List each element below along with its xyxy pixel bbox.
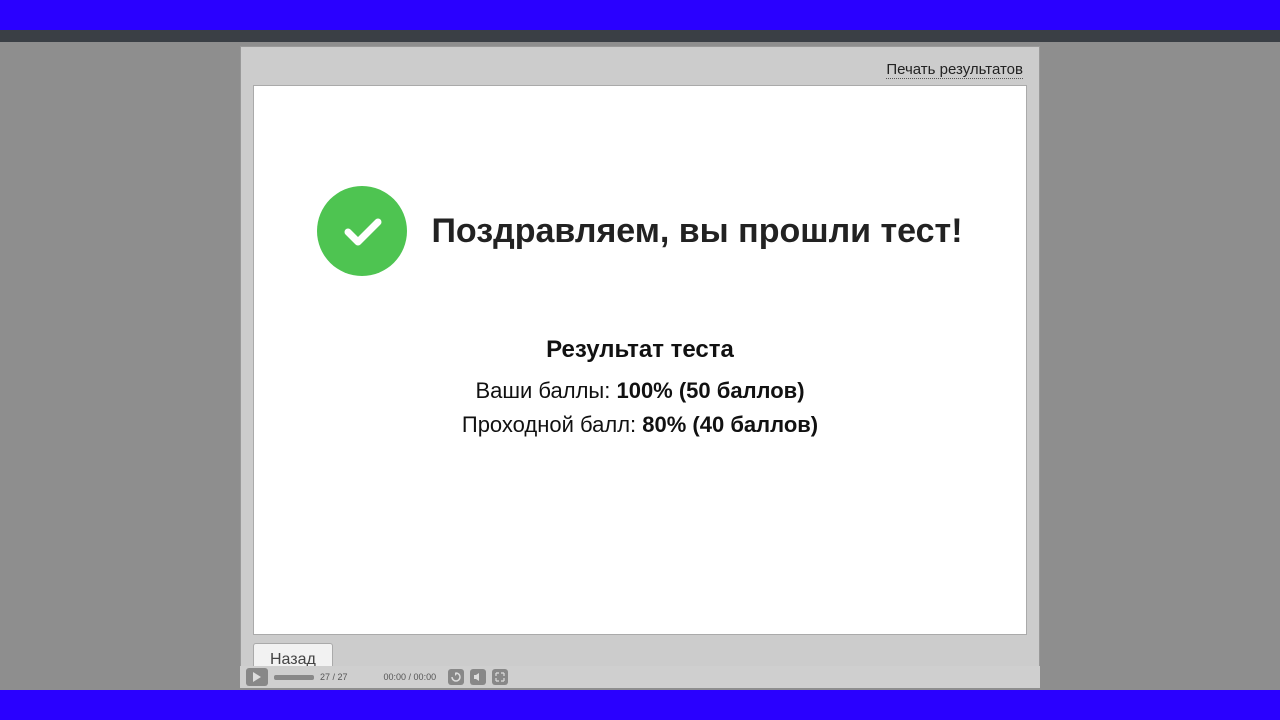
player-control-bar: 27 / 27 00:00 / 00:00: [240, 666, 1040, 688]
play-button[interactable]: [246, 668, 268, 686]
passing-score-line: Проходной балл: 80% (40 баллов): [274, 412, 1006, 438]
app-background: Печать результатов Поздравляем, вы прошл…: [0, 42, 1280, 690]
result-section-title: Результат теста: [274, 336, 1006, 364]
volume-button[interactable]: [470, 669, 486, 685]
print-row: Печать результатов: [253, 55, 1027, 85]
player-container: Печать результатов Поздравляем, вы прошл…: [240, 46, 1040, 686]
success-check-icon: [317, 186, 407, 276]
replay-button[interactable]: [448, 669, 464, 685]
passing-score-label: Проходной балл:: [462, 412, 636, 437]
time-display: 00:00 / 00:00: [384, 672, 437, 682]
progress-bar[interactable]: [274, 675, 314, 680]
passing-score-value: 80% (40 баллов): [642, 412, 818, 437]
congrats-title: Поздравляем, вы прошли тест!: [431, 210, 962, 253]
browser-top-bar: [0, 30, 1280, 42]
your-score-label: Ваши баллы:: [475, 378, 610, 403]
congrats-row: Поздравляем, вы прошли тест!: [274, 186, 1006, 276]
print-results-link[interactable]: Печать результатов: [886, 61, 1023, 79]
result-card: Поздравляем, вы прошли тест! Результат т…: [253, 85, 1027, 635]
your-score-value: 100% (50 баллов): [616, 378, 804, 403]
slide-counter: 27 / 27: [320, 672, 348, 682]
your-score-line: Ваши баллы: 100% (50 баллов): [274, 378, 1006, 404]
fullscreen-button[interactable]: [492, 669, 508, 685]
